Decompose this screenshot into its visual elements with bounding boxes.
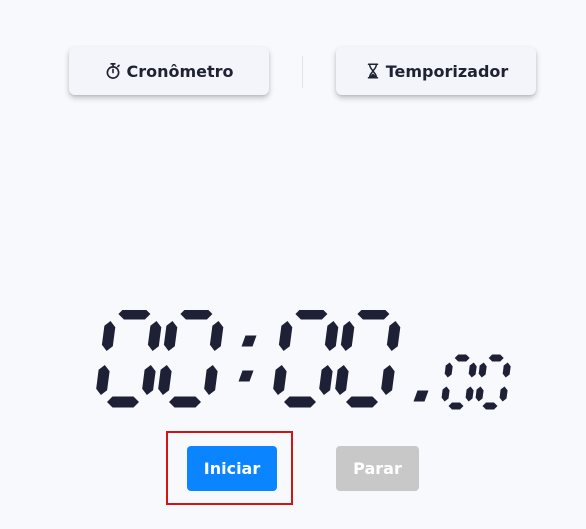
digit-segment-d	[448, 402, 464, 410]
hundredths-value	[413, 354, 511, 410]
digit-segment-a	[357, 310, 390, 320]
digit-segment-b	[209, 321, 224, 351]
digit-segment-e	[158, 365, 172, 395]
digit-segment-f	[278, 321, 293, 351]
decimal-point	[413, 390, 429, 402]
digit-segment-b	[386, 321, 401, 351]
digit-segment-d	[284, 396, 316, 408]
tab-stopwatch-label: Cronômetro	[126, 61, 234, 81]
tab-stopwatch[interactable]: Cronômetro	[69, 47, 269, 95]
digit-segment-a	[488, 354, 504, 362]
separator-dot-top	[241, 335, 257, 347]
digit-segment-c	[465, 386, 474, 402]
digit-segment-c	[319, 365, 333, 395]
digit-segment-e	[96, 365, 110, 395]
tab-timer-label: Temporizador	[385, 61, 509, 81]
seconds-value	[273, 310, 401, 408]
digit-segment-e	[273, 365, 287, 395]
digit-segment-d	[169, 396, 201, 408]
hourglass-icon	[364, 62, 382, 80]
digit-segment-d	[107, 396, 139, 408]
digit-segment-c	[142, 365, 156, 395]
digit-segment-d	[482, 402, 498, 410]
digit-segment-e	[475, 386, 484, 402]
digit-segment-f	[444, 362, 453, 378]
digit-segment-d	[346, 396, 378, 408]
stop-button[interactable]: Parar	[336, 446, 419, 491]
digit-segment-b	[324, 321, 339, 351]
digit-segment-e	[441, 386, 450, 402]
minutes-value	[96, 310, 224, 408]
digit-segment-b	[468, 362, 477, 378]
tab-divider	[302, 56, 303, 88]
digit-segment-c	[381, 365, 395, 395]
digit-segment-b	[502, 362, 511, 378]
digit-segment-c	[499, 386, 508, 402]
digit-segment-f	[101, 321, 116, 351]
stopwatch-icon	[104, 62, 122, 80]
time-display	[94, 310, 518, 412]
digit-segment-a	[295, 310, 328, 320]
separator-dot-bottom	[238, 370, 254, 382]
digit-segment-a	[118, 310, 151, 320]
digit-segment-c	[204, 365, 218, 395]
digit-segment-f	[340, 321, 355, 351]
digit-segment-e	[335, 365, 349, 395]
digit-segment-a	[454, 354, 470, 362]
start-button[interactable]: Iniciar	[187, 446, 277, 491]
digit-segment-b	[147, 321, 162, 351]
digit-segment-f	[478, 362, 487, 378]
digit-segment-f	[163, 321, 178, 351]
digit-segment-a	[180, 310, 213, 320]
tab-timer[interactable]: Temporizador	[336, 47, 536, 95]
time-separator	[238, 335, 257, 382]
